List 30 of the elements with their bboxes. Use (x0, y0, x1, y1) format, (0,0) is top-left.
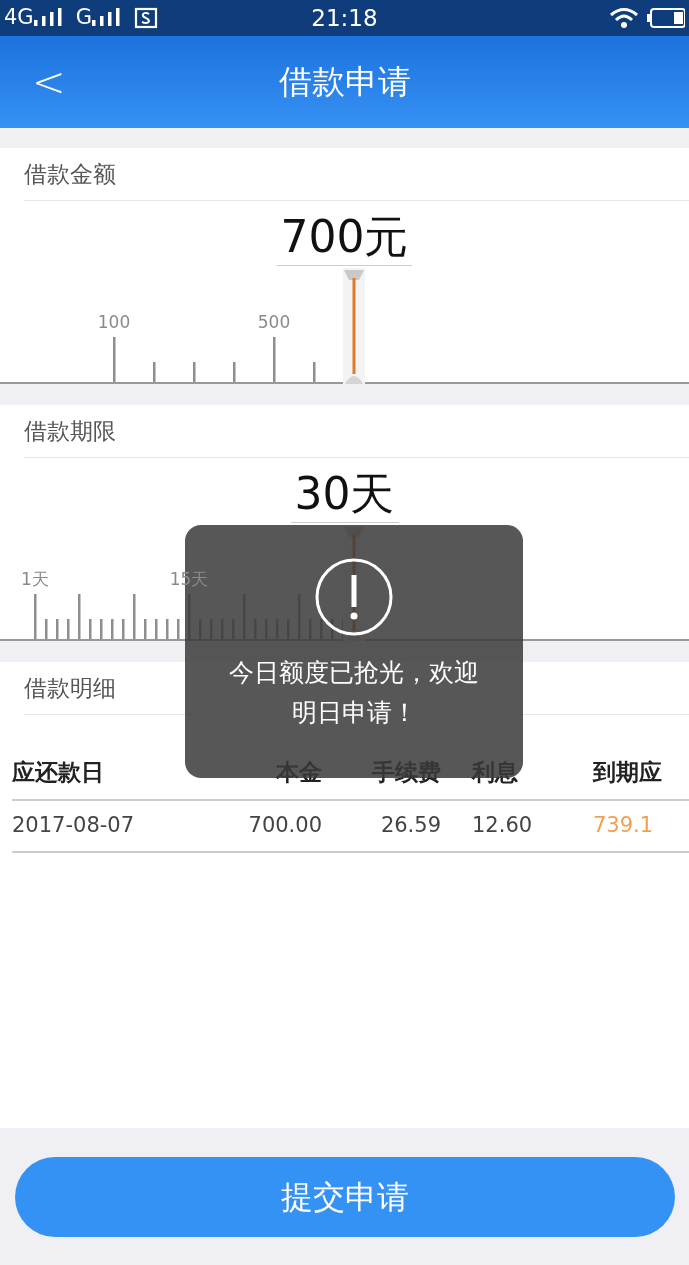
battery-icon (647, 7, 685, 29)
table-cell-text: 2017-08-07 (12, 812, 136, 840)
column-header: 应还款日 (12, 757, 105, 787)
clock: 21:18 (311, 3, 378, 33)
section-title: 借款明细 (24, 673, 116, 703)
slider-pointer[interactable] (343, 268, 365, 384)
ruler-label: 1天 (21, 571, 49, 588)
ruler-label: 500 (257, 314, 291, 331)
column-header: 本金 (274, 757, 322, 787)
section-title: 借款金额 (24, 159, 116, 189)
wifi-icon (609, 7, 639, 29)
table-cell-text: 700.00 (247, 812, 322, 840)
column-header: 手续费 (371, 757, 441, 787)
back-button[interactable]: < (32, 62, 66, 102)
selected-value: 700元 (276, 209, 413, 266)
screenshot-icon (133, 7, 158, 29)
table-cell-text: 739.1 (593, 812, 655, 840)
submit-button[interactable]: 提交申请 (14, 1156, 675, 1237)
ruler-label: 100 (97, 314, 131, 331)
table-cell-text: 26.59 (379, 812, 441, 840)
column-header: 利息 (470, 757, 519, 787)
table-cell-text: 12.60 (471, 812, 534, 840)
column-header: 到期应 (593, 757, 663, 787)
network-label: G (75, 4, 92, 32)
selected-value: 30天 (290, 466, 399, 523)
page-title: 借款申请 (278, 61, 411, 104)
network-label: 4G (4, 4, 34, 32)
section-title: 借款期限 (24, 416, 116, 446)
toast-message: 今日额度已抢光，欢迎明日申请！ (228, 657, 480, 729)
warning-icon (314, 557, 394, 637)
